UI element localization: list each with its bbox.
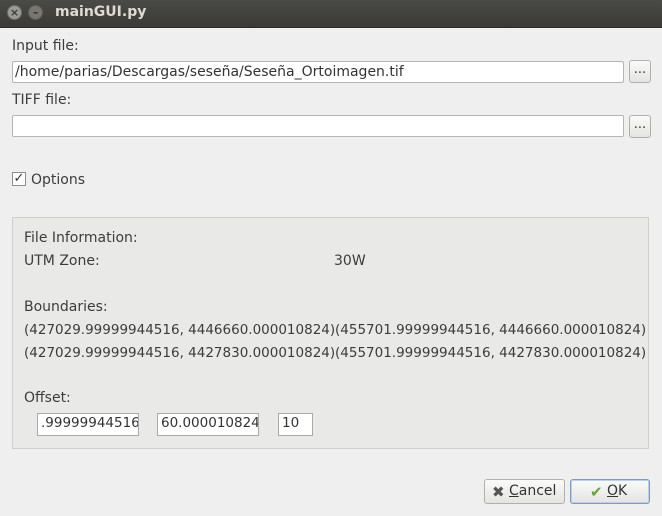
window-title: mainGUI.py — [55, 4, 147, 20]
check-icon: ✔ — [590, 483, 603, 501]
window-close-button[interactable]: × — [7, 5, 22, 20]
boundary-nw: (427029.99999944516, 4446660.000010824) — [24, 322, 336, 338]
offset-y-field[interactable]: 60.000010824 — [157, 413, 259, 436]
title-bar: × – mainGUI.py — [0, 0, 662, 28]
window-minimize-button[interactable]: – — [28, 5, 43, 20]
ok-label: OK — [607, 480, 627, 502]
boundary-ne: (455701.99999944516, 4446660.000010824) — [335, 322, 647, 338]
ok-label-rest: K — [618, 483, 628, 499]
offset-z-field[interactable]: 10 — [278, 413, 313, 436]
file-info-heading: File Information: — [24, 230, 138, 246]
tiff-file-browse-button[interactable]: ... — [629, 115, 651, 138]
utm-zone-value: 30W — [334, 253, 366, 269]
utm-zone-label: UTM Zone: — [24, 253, 100, 269]
cancel-label-rest: ancel — [518, 483, 557, 499]
options-label[interactable]: Options — [31, 172, 85, 188]
cancel-label: Cancel — [509, 480, 556, 502]
ok-button[interactable]: ✔ OK — [570, 479, 650, 504]
boundaries-label: Boundaries: — [24, 299, 108, 315]
close-icon: × — [9, 6, 20, 19]
options-checkbox[interactable]: ✓ — [12, 172, 26, 186]
tiff-file-label: TIFF file: — [12, 92, 72, 108]
input-file-field[interactable]: /home/parias/Descargas/seseña/Seseña_Ort… — [12, 61, 624, 83]
offset-x-field[interactable]: .99999944516 — [37, 413, 139, 436]
boundary-sw: (427029.99999944516, 4427830.000010824) — [24, 345, 336, 361]
tiff-file-field[interactable] — [12, 115, 624, 137]
cancel-button[interactable]: ✖ Cancel — [484, 479, 565, 504]
boundary-se: (455701.99999944516, 4427830.000010824) — [335, 345, 647, 361]
cancel-icon: ✖ — [492, 483, 505, 501]
cancel-mnemonic: C — [509, 483, 519, 499]
ok-mnemonic: O — [607, 483, 619, 499]
options-group: File Information: UTM Zone: 30W Boundari… — [12, 217, 649, 449]
minimize-icon: – — [32, 6, 39, 19]
checkmark-icon: ✓ — [13, 171, 25, 186]
input-file-label: Input file: — [12, 38, 79, 54]
offset-label: Offset: — [24, 390, 71, 406]
input-file-browse-button[interactable]: ... — [629, 60, 651, 83]
